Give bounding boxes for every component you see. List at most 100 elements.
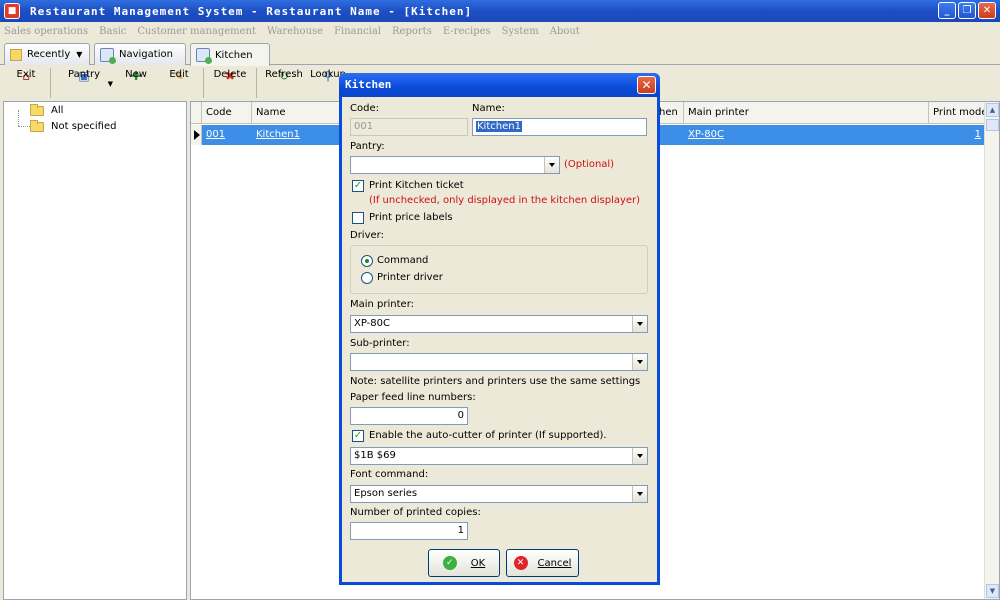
column-print-mode[interactable]: Print mode bbox=[929, 102, 985, 124]
column-main-printer[interactable]: Main printer bbox=[684, 102, 929, 124]
cell-print-mode[interactable]: 1 bbox=[929, 125, 985, 145]
main-printer-label: Main printer: bbox=[350, 299, 415, 310]
tab-navigation[interactable]: Navigation bbox=[94, 43, 186, 65]
pantry-button[interactable]: ▣ Pantry ▼ bbox=[55, 66, 113, 100]
chevron-down-icon[interactable] bbox=[632, 486, 647, 502]
driver-printer-label: Printer driver bbox=[377, 272, 443, 283]
tab-kitchen-label: Kitchen bbox=[215, 49, 253, 61]
menu-system[interactable]: System bbox=[502, 26, 539, 37]
minimize-button[interactable]: _ bbox=[938, 2, 956, 19]
menu-basic[interactable]: Basic bbox=[99, 26, 126, 37]
new-button[interactable]: ✚ New bbox=[113, 66, 159, 100]
window-title: Restaurant Management System - Restauran… bbox=[30, 4, 473, 18]
tree-line bbox=[18, 126, 30, 127]
menu-financial[interactable]: Financial bbox=[334, 26, 381, 37]
dialog-body: Code: Name: 001 Kitchen1 Pantry: (Option… bbox=[342, 97, 657, 582]
name-field[interactable]: Kitchen1 bbox=[472, 118, 647, 136]
folder-icon bbox=[30, 119, 44, 132]
print-ticket-checkbox[interactable]: ✓ bbox=[352, 180, 364, 192]
ok-button[interactable]: ✓ OK bbox=[428, 549, 500, 577]
tree-item-label: Not specified bbox=[51, 121, 117, 132]
print-ticket-label: Print Kitchen ticket bbox=[369, 180, 464, 191]
optional-hint: (Optional) bbox=[564, 159, 615, 170]
cell-name[interactable]: Kitchen1 bbox=[252, 125, 300, 145]
window-controls: _ ❐ ✕ bbox=[938, 2, 996, 19]
sub-printer-label: Sub-printer: bbox=[350, 338, 410, 349]
tab-navigation-label: Navigation bbox=[119, 49, 173, 60]
paper-feed-input[interactable]: 0 bbox=[350, 407, 468, 425]
copies-input[interactable]: 1 bbox=[350, 522, 468, 540]
pantry-select[interactable] bbox=[350, 156, 560, 174]
pantry-label: Pantry: bbox=[350, 141, 385, 152]
close-button[interactable]: ✕ bbox=[978, 2, 996, 19]
font-command-value: Epson series bbox=[354, 488, 418, 499]
check-icon: ✓ bbox=[353, 180, 363, 191]
name-field-value: Kitchen1 bbox=[476, 121, 522, 132]
dialog-title-bar: Kitchen ✕ bbox=[339, 73, 660, 97]
name-label: Name: bbox=[472, 103, 505, 114]
ok-label: OK bbox=[470, 557, 486, 569]
refresh-button[interactable]: ↻ Refresh bbox=[261, 66, 307, 100]
chevron-down-icon[interactable] bbox=[544, 157, 559, 173]
print-price-checkbox[interactable] bbox=[352, 212, 364, 224]
restore-button[interactable]: ❐ bbox=[958, 2, 976, 19]
delete-button[interactable]: ✖ Delete bbox=[208, 66, 252, 100]
font-command-select[interactable]: Epson series bbox=[350, 485, 648, 503]
code-field: 001 bbox=[350, 118, 468, 136]
chevron-down-icon[interactable]: ▼ bbox=[76, 50, 82, 59]
menu-warehouse[interactable]: Warehouse bbox=[267, 26, 323, 37]
menu-reports[interactable]: Reports bbox=[392, 26, 432, 37]
printer-note: Note: satellite printers and printers us… bbox=[350, 376, 641, 387]
driver-command-radio[interactable] bbox=[361, 255, 373, 267]
tab-kitchen[interactable]: Kitchen bbox=[190, 43, 270, 66]
edit-label: Edit bbox=[169, 69, 189, 80]
cutter-command-value: $1B $69 bbox=[354, 450, 396, 461]
cell-code[interactable]: 001 bbox=[202, 125, 225, 145]
menu-e-recipes[interactable]: E-recipes bbox=[443, 26, 491, 37]
exit-button[interactable]: ⌂ Exit bbox=[6, 66, 46, 100]
driver-group: Command Printer driver bbox=[350, 245, 648, 294]
page-icon bbox=[100, 47, 116, 64]
column-code[interactable]: Code bbox=[202, 102, 252, 124]
cancel-circle-icon: ✕ bbox=[513, 556, 528, 570]
menu-customer-management[interactable]: Customer management bbox=[137, 26, 256, 37]
tree-item-all[interactable]: All bbox=[30, 103, 63, 116]
separator bbox=[203, 68, 204, 98]
chevron-down-icon[interactable] bbox=[632, 316, 647, 332]
exit-label: Exit bbox=[16, 69, 36, 80]
menu-sales-operations[interactable]: Sales operations bbox=[4, 26, 88, 37]
copies-label: Number of printed copies: bbox=[350, 507, 481, 518]
row-header-corner bbox=[191, 102, 202, 124]
auto-cutter-checkbox[interactable]: ✓ bbox=[352, 430, 364, 442]
cutter-command-select[interactable]: $1B $69 bbox=[350, 447, 648, 465]
dialog-title: Kitchen bbox=[345, 78, 392, 91]
dialog-close-button[interactable]: ✕ bbox=[637, 76, 656, 94]
cell-main-printer[interactable]: XP-80C bbox=[684, 125, 724, 145]
main-printer-value: XP-80C bbox=[354, 318, 390, 329]
chevron-down-icon[interactable] bbox=[632, 354, 647, 370]
print-price-label: Print price labels bbox=[369, 212, 453, 223]
check-circle-icon: ✓ bbox=[442, 556, 457, 570]
app-icon: ■ bbox=[4, 3, 20, 19]
main-printer-select[interactable]: XP-80C bbox=[350, 315, 648, 333]
scroll-up-button[interactable]: ▲ bbox=[986, 103, 999, 117]
page-icon bbox=[196, 48, 212, 64]
sub-printer-select[interactable] bbox=[350, 353, 648, 371]
vertical-scrollbar[interactable]: ▲ ▼ bbox=[984, 102, 999, 599]
new-label: New bbox=[125, 69, 147, 80]
row-indicator-icon bbox=[194, 130, 200, 140]
edit-button[interactable]: ✎ Edit bbox=[159, 66, 199, 100]
cancel-label: Cancel bbox=[537, 557, 572, 569]
driver-printer-radio[interactable] bbox=[361, 272, 373, 284]
scroll-down-button[interactable]: ▼ bbox=[986, 584, 999, 598]
scroll-thumb[interactable] bbox=[986, 119, 999, 131]
print-ticket-note: (If unchecked, only displayed in the kit… bbox=[369, 195, 641, 206]
menu-about[interactable]: About bbox=[550, 26, 580, 37]
tab-recently[interactable]: Recently ▼ bbox=[4, 43, 90, 65]
delete-label: Delete bbox=[213, 69, 247, 80]
tree-item-not-specified[interactable]: Not specified bbox=[30, 119, 117, 132]
column-name[interactable]: Name bbox=[252, 102, 342, 124]
cancel-button[interactable]: ✕ Cancel bbox=[506, 549, 579, 577]
chevron-down-icon[interactable] bbox=[632, 448, 647, 464]
menu-bar: Sales operations Basic Customer manageme… bbox=[0, 22, 1000, 40]
